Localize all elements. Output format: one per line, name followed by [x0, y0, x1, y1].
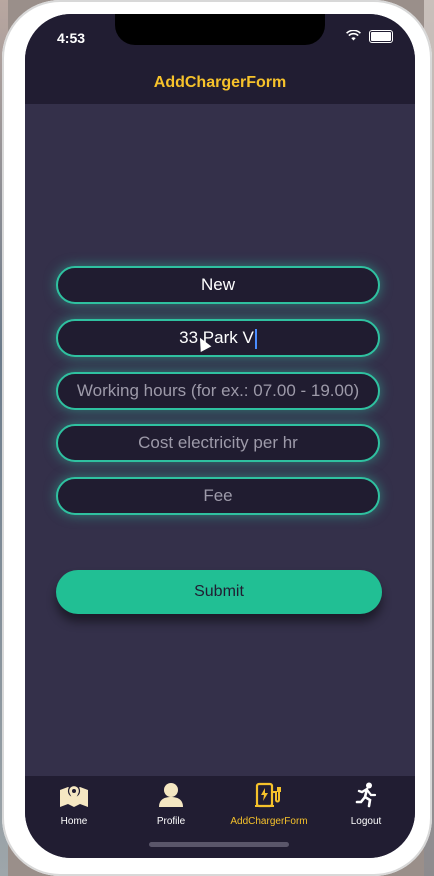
charger-name-value: New: [200, 275, 235, 294]
wifi-icon: [346, 29, 361, 44]
tab-logout[interactable]: Logout: [317, 782, 415, 827]
tab-logout-label: Logout: [350, 816, 382, 827]
ev-charger-icon: [220, 782, 318, 813]
status-time: 4:53: [57, 30, 86, 46]
tab-profile-label: Profile: [156, 816, 186, 827]
submit-button-label: Submit: [194, 583, 244, 600]
working-hours-input[interactable]: Working hours (for ex.: 07.00 - 19.00): [56, 372, 380, 410]
charger-name-input[interactable]: New: [56, 266, 380, 304]
form-content: New 33 Park V Working hours (for ex.: 07…: [25, 104, 415, 776]
tab-home-label: Home: [60, 816, 88, 827]
notch: [115, 14, 325, 45]
address-input[interactable]: 33 Park V: [56, 319, 380, 357]
tab-home[interactable]: Home: [25, 782, 123, 827]
home-indicator: [149, 842, 289, 847]
navigation-header: AddChargerForm: [25, 62, 415, 104]
status-bar: 4:53: [25, 14, 415, 62]
tab-profile[interactable]: Profile: [122, 782, 220, 827]
text-caret: [254, 328, 257, 349]
person-icon: [122, 782, 220, 813]
submit-button[interactable]: Submit: [56, 570, 382, 614]
page-title: AddChargerForm: [153, 74, 287, 91]
map-icon: [25, 782, 123, 813]
cost-electricity-placeholder: Cost electricity per hr: [138, 433, 298, 452]
status-icons: [346, 29, 393, 44]
tab-add-charger-form-label: AddChargerForm: [230, 816, 308, 827]
fee-input[interactable]: Fee: [56, 477, 380, 515]
address-value: 33 Park V: [179, 328, 254, 347]
app-screen: 4:53 AddChargerForm New 33 Park V Workin…: [25, 14, 415, 858]
phone-frame: 4:53 AddChargerForm New 33 Park V Workin…: [2, 0, 432, 876]
cost-electricity-input[interactable]: Cost electricity per hr: [56, 424, 380, 462]
running-person-icon: [317, 782, 415, 813]
tab-add-charger-form[interactable]: AddChargerForm: [220, 782, 318, 827]
battery-icon: [369, 30, 393, 43]
fee-placeholder: Fee: [203, 486, 233, 505]
working-hours-placeholder: Working hours (for ex.: 07.00 - 19.00): [76, 381, 360, 400]
